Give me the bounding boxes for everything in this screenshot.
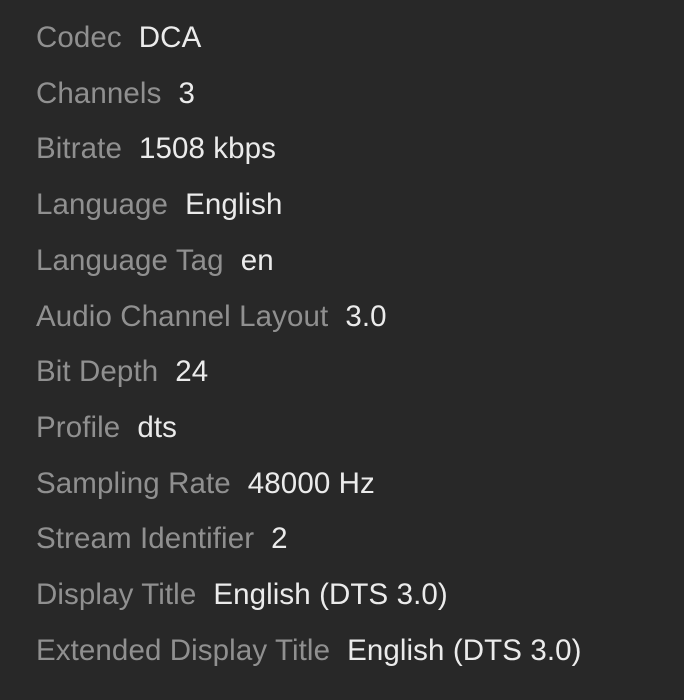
property-row-audio-channel-layout: Audio Channel Layout 3.0 xyxy=(36,288,684,344)
property-label: Sampling Rate xyxy=(36,469,231,499)
property-value: 2 xyxy=(271,524,288,554)
property-row-bitrate: Bitrate 1508 kbps xyxy=(36,121,684,177)
property-value: English (DTS 3.0) xyxy=(213,580,448,610)
property-label: Stream Identifier xyxy=(36,524,254,554)
property-label: Display Title xyxy=(36,580,196,610)
property-label: Language Tag xyxy=(36,246,224,276)
property-row-sampling-rate: Sampling Rate 48000 Hz xyxy=(36,456,684,512)
property-label: Bit Depth xyxy=(36,357,158,387)
property-row-profile: Profile dts xyxy=(36,400,684,456)
property-value: dts xyxy=(137,413,177,443)
property-label: Audio Channel Layout xyxy=(36,302,328,332)
property-row-stream-identifier: Stream Identifier 2 xyxy=(36,511,684,567)
property-value: en xyxy=(241,246,274,276)
property-row-display-title: Display Title English (DTS 3.0) xyxy=(36,567,684,623)
property-value: 3.0 xyxy=(345,302,386,332)
audio-stream-info-panel: Codec DCA Channels 3 Bitrate 1508 kbps L… xyxy=(0,0,684,700)
property-row-extended-display-title: Extended Display Title English (DTS 3.0) xyxy=(36,623,684,679)
property-row-language-tag: Language Tag en xyxy=(36,233,684,289)
property-value: DCA xyxy=(139,23,202,53)
property-label: Extended Display Title xyxy=(36,636,330,666)
property-value: English xyxy=(185,190,282,220)
property-label: Language xyxy=(36,190,168,220)
property-value: 1508 kbps xyxy=(139,134,276,164)
property-value: English (DTS 3.0) xyxy=(347,636,582,666)
property-row-language: Language English xyxy=(36,177,684,233)
property-label: Profile xyxy=(36,413,120,443)
property-label: Codec xyxy=(36,23,122,53)
property-value: 24 xyxy=(175,357,208,387)
property-value: 3 xyxy=(178,79,195,109)
property-row-channels: Channels 3 xyxy=(36,66,684,122)
property-row-codec: Codec DCA xyxy=(36,10,684,66)
property-label: Bitrate xyxy=(36,134,122,164)
property-value: 48000 Hz xyxy=(248,469,375,499)
property-label: Channels xyxy=(36,79,161,109)
property-row-bit-depth: Bit Depth 24 xyxy=(36,344,684,400)
